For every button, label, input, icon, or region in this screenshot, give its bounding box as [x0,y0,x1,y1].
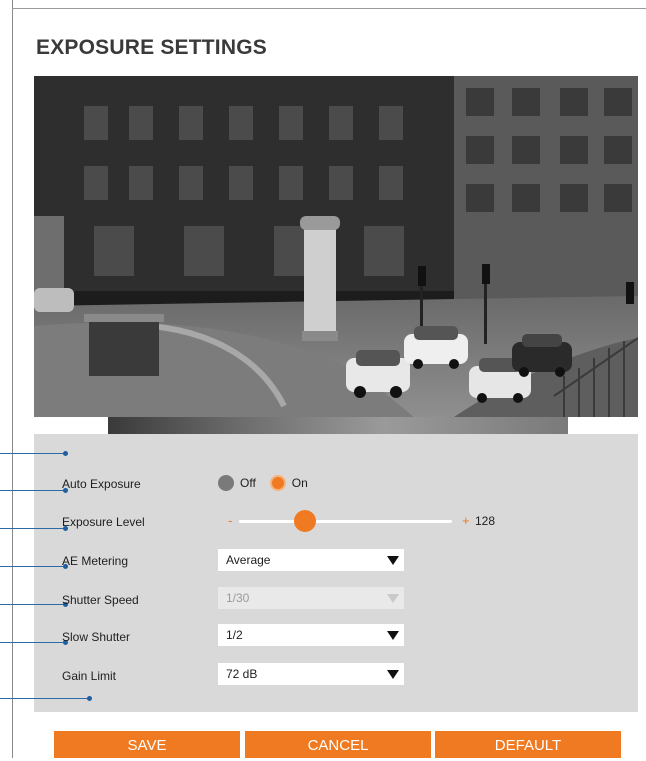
default-button[interactable]: DEFAULT [435,731,621,758]
chevron-down-icon [387,670,399,679]
gain-limit-select[interactable]: 72 dB [218,663,404,685]
auto-exposure-radio-group: Off On [218,475,322,491]
callout-line [0,642,66,643]
auto-exposure-off-label[interactable]: Off [240,476,256,490]
frame-border-top [12,8,646,9]
callout-line [0,604,66,605]
ae-metering-label: AE Metering [62,554,129,568]
exposure-level-slider-thumb[interactable] [294,510,317,532]
chevron-down-icon [387,594,399,603]
frame-border-left [12,0,13,758]
auto-exposure-label: Auto Exposure [62,477,141,491]
auto-exposure-on-radio[interactable] [269,475,286,491]
callout-line [0,453,66,454]
shutter-speed-value: 1/30 [226,591,250,605]
page-title: EXPOSURE SETTINGS [36,36,267,59]
gain-limit-value: 72 dB [226,667,258,681]
exposure-level-slider-track[interactable] [239,520,452,523]
callout-line [0,528,66,529]
callout-line [0,698,90,699]
gain-limit-label: Gain Limit [62,669,117,683]
slow-shutter-label: Slow Shutter [62,630,131,644]
save-button[interactable]: SAVE [54,731,240,758]
shutter-speed-label: Shutter Speed [62,593,139,607]
shutter-speed-select: 1/30 [218,587,404,609]
auto-exposure-on-label[interactable]: On [292,476,308,490]
street-scene-image [34,76,638,417]
callout-dot [87,696,92,701]
callout-dot [63,451,68,456]
chevron-down-icon [387,631,399,640]
preview-bottom-strip [108,417,568,434]
exposure-level-value: 128 [475,514,496,528]
chevron-down-icon [387,556,399,565]
exposure-level-increase[interactable]: + [462,513,470,528]
callout-line [0,566,66,567]
cancel-button[interactable]: CANCEL [245,731,431,758]
exposure-level-label: Exposure Level [62,515,145,529]
camera-preview [34,76,638,417]
callout-line [0,490,66,491]
slow-shutter-select[interactable]: 1/2 [218,624,404,646]
auto-exposure-off-radio[interactable] [218,475,234,491]
ae-metering-value: Average [226,553,271,567]
ae-metering-select[interactable]: Average [218,549,404,571]
exposure-level-decrease[interactable]: - [228,513,232,528]
slow-shutter-value: 1/2 [226,628,243,642]
